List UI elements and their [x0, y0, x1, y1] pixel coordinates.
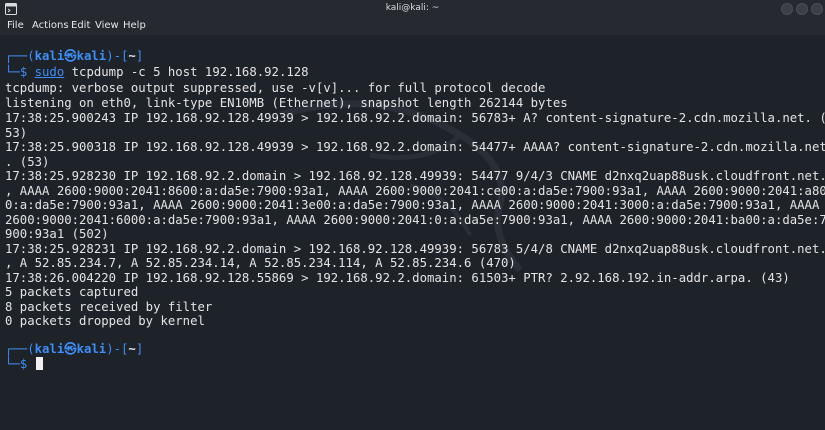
output-line: tcpdump: verbose output suppressed, use … — [5, 81, 546, 95]
prompt-path: ~ — [128, 342, 136, 356]
prompt-dollar: $ — [19, 65, 35, 79]
prompt-host: kali — [76, 49, 107, 63]
output-line: 17:38:25.900318 IP 192.168.92.128.49939 … — [5, 140, 825, 154]
menu-help[interactable]: Help — [123, 20, 146, 31]
output-line: 17:38:25.928231 IP 192.168.92.2.domain >… — [5, 242, 825, 256]
prompt-corner: ┌──( — [5, 342, 35, 356]
prompt-bracket: )-[ — [106, 342, 129, 356]
close-button[interactable] — [811, 3, 823, 15]
window-title: kali@kali: ~ — [385, 3, 440, 13]
output-line: 0:a:da5e:7900:93a1, AAAA 2600:9000:2041:… — [5, 198, 820, 212]
text-cursor — [35, 357, 43, 370]
output-line: 8 packets received by filter — [5, 300, 213, 314]
command-text: tcpdump -c 5 host 192.168.92.128 — [64, 65, 309, 79]
prompt-line-top: ┌──(kali㉿kali)-[~] — [5, 49, 143, 64]
prompt-line-command: └─$ sudo tcpdump -c 5 host 192.168.92.12… — [5, 65, 309, 80]
prompt-host: kali — [76, 342, 107, 356]
output-line: . (53) — [5, 155, 50, 169]
prompt-user: kali — [34, 49, 65, 63]
maximize-button[interactable] — [796, 3, 808, 15]
menu-file[interactable]: File — [7, 20, 24, 31]
prompt-bracket-close: ] — [135, 49, 144, 63]
minimize-button[interactable] — [781, 3, 793, 15]
prompt-bracket-close: ] — [135, 342, 144, 356]
prompt-bracket: )-[ — [106, 49, 129, 63]
output-line: 5 packets captured — [5, 285, 139, 299]
output-line: 900:93a1 (502) — [5, 227, 109, 241]
prompt-at-symbol: ㉿ — [64, 342, 77, 356]
prompt-corner: ┌──( — [5, 49, 35, 63]
window-titlebar[interactable]: kali@kali: ~ — [0, 0, 825, 19]
output-line: listening on eth0, link-type EN10MB (Eth… — [5, 96, 568, 110]
command-sudo: sudo — [34, 65, 65, 79]
menu-actions[interactable]: Actions — [32, 20, 69, 31]
output-line: 17:38:26.004220 IP 192.168.92.128.55869 … — [5, 271, 790, 285]
prompt-user: kali — [34, 342, 65, 356]
prompt-line-input[interactable]: └─$ — [5, 357, 43, 372]
output-line: , A 52.85.234.7, A 52.85.234.14, A 52.85… — [5, 256, 516, 270]
output-line: , AAAA 2600:9000:2041:8600:a:da5e:7900:9… — [5, 184, 825, 198]
prompt-corner-bottom: └─ — [5, 65, 20, 79]
output-line: 0 packets dropped by kernel — [5, 314, 205, 328]
output-line: 2600:9000:2041:6000:a:da5e:7900:93a1, AA… — [5, 213, 825, 227]
terminal-output-area[interactable]: ┌──(kali㉿kali)-[~] └─$ sudo tcpdump -c 5… — [0, 35, 825, 430]
prompt-dollar: $ — [19, 357, 35, 371]
prompt-corner-bottom: └─ — [5, 357, 20, 371]
prompt-line-top: ┌──(kali㉿kali)-[~] — [5, 342, 143, 357]
menu-edit[interactable]: Edit — [71, 20, 90, 31]
output-line: 17:38:25.900243 IP 192.168.92.128.49939 … — [5, 111, 825, 125]
output-line: 17:38:25.928230 IP 192.168.92.2.domain >… — [5, 169, 825, 183]
menu-bar: File Actions Edit View Help — [0, 19, 825, 35]
output-line: 53) — [5, 126, 28, 140]
prompt-path: ~ — [128, 49, 136, 63]
menu-view[interactable]: View — [95, 20, 119, 31]
prompt-at-symbol: ㉿ — [64, 49, 77, 63]
